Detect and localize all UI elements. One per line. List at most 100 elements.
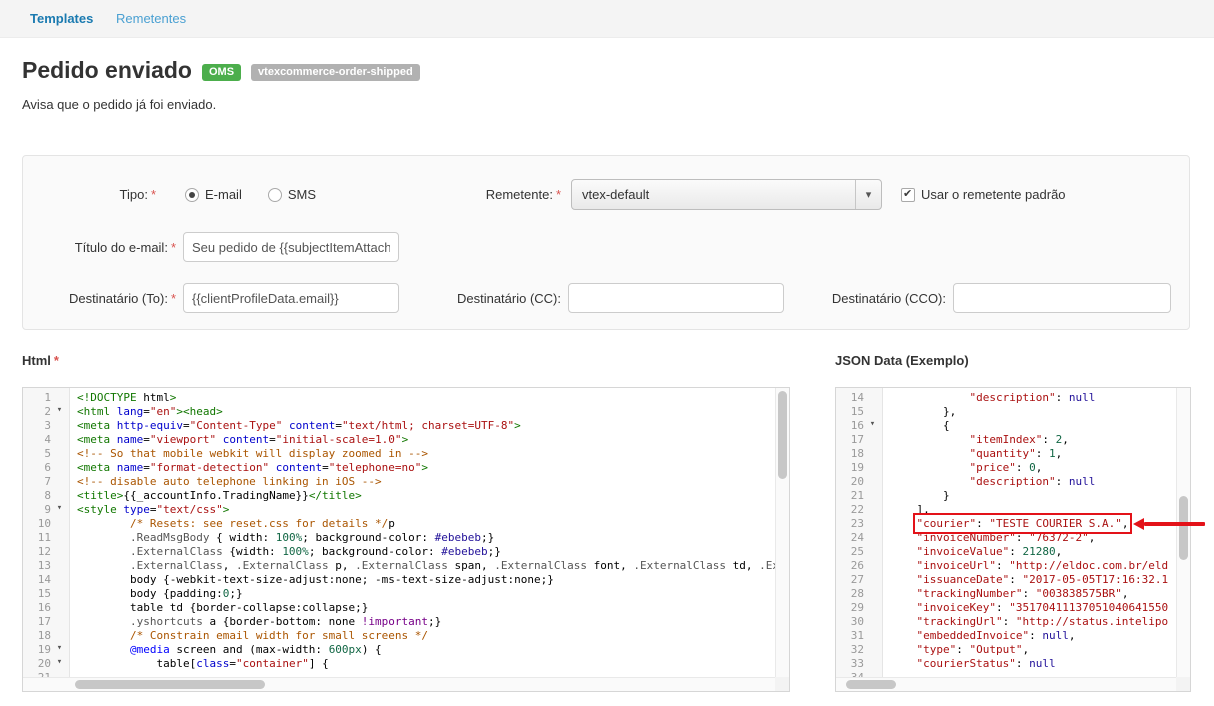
tab-bar: Templates Remetentes: [0, 0, 1214, 38]
scrollbar-corner: [1176, 677, 1190, 691]
fold-icon[interactable]: [864, 643, 881, 657]
code-line: table td {border-collapse:collapse;}: [77, 601, 775, 615]
destinatario-cc-label: Destinatário (CC):: [353, 283, 561, 314]
fold-icon[interactable]: [864, 461, 881, 475]
fold-icon[interactable]: [51, 447, 68, 461]
line-number: 11: [23, 531, 69, 545]
radio-sms[interactable]: [268, 188, 282, 202]
fold-icon[interactable]: [864, 391, 881, 405]
fold-icon[interactable]: [51, 559, 68, 573]
tab-templates[interactable]: Templates: [30, 11, 93, 26]
code-line: "courierStatus": null: [890, 657, 1176, 671]
fold-icon[interactable]: [51, 391, 68, 405]
html-editor-horizontal-scrollbar[interactable]: [23, 677, 775, 691]
line-number: 28: [836, 587, 882, 601]
fold-icon[interactable]: [864, 405, 881, 419]
json-data-editor[interactable]: 141516▾171819202122232425262728293031323…: [835, 387, 1191, 692]
fold-icon[interactable]: [864, 545, 881, 559]
line-number: 20▾: [23, 657, 69, 671]
scrollbar-corner: [775, 677, 789, 691]
courier-highlight-box: "courier": "TESTE COURIER S.A.",: [917, 517, 1129, 530]
fold-icon[interactable]: [51, 615, 68, 629]
fold-icon[interactable]: ▾: [51, 503, 68, 517]
titulo-email-input[interactable]: [183, 232, 399, 262]
fold-icon[interactable]: [864, 573, 881, 587]
fold-icon[interactable]: [864, 629, 881, 643]
oms-badge: OMS: [202, 64, 241, 81]
fold-icon[interactable]: [51, 461, 68, 475]
fold-icon[interactable]: [864, 433, 881, 447]
line-number: 10: [23, 517, 69, 531]
fold-icon[interactable]: [51, 433, 68, 447]
tab-remetentes[interactable]: Remetentes: [116, 11, 186, 26]
vtex-message-center-template-page: Templates Remetentes Pedido enviado OMS …: [0, 0, 1214, 706]
json-editor-vertical-scrollbar[interactable]: [1176, 388, 1190, 677]
fold-icon[interactable]: [51, 531, 68, 545]
html-label-text: Html: [22, 353, 51, 368]
code-line: .ReadMsgBody { width: 100%; background-c…: [77, 531, 775, 545]
code-line: "invoiceKey": "35170411137051040641550: [890, 601, 1176, 615]
line-number: 33: [836, 657, 882, 671]
fold-icon[interactable]: [51, 419, 68, 433]
scrollbar-thumb[interactable]: [75, 680, 265, 689]
code-line: "description": null: [890, 391, 1176, 405]
html-editor-code[interactable]: <!DOCTYPE html><html lang="en"><head><me…: [71, 388, 775, 677]
fold-icon[interactable]: [864, 489, 881, 503]
fold-icon[interactable]: [51, 587, 68, 601]
line-number: 16▾: [836, 419, 882, 433]
json-editor-code[interactable]: "description": null }, { "itemIndex": 2,…: [884, 388, 1176, 677]
fold-icon[interactable]: [51, 601, 68, 615]
line-number: 8: [23, 489, 69, 503]
html-editor-vertical-scrollbar[interactable]: [775, 388, 789, 677]
scrollbar-thumb[interactable]: [778, 391, 787, 479]
json-editor-gutter: 141516▾171819202122232425262728293031323…: [836, 388, 883, 677]
line-number: 20: [836, 475, 882, 489]
fold-icon[interactable]: [864, 657, 881, 671]
scrollbar-thumb[interactable]: [846, 680, 896, 689]
fold-icon[interactable]: [51, 545, 68, 559]
fold-icon[interactable]: ▾: [51, 643, 68, 657]
fold-icon[interactable]: [864, 615, 881, 629]
html-code-editor[interactable]: 12▾3456789▾10111213141516171819▾20▾21 <!…: [22, 387, 790, 692]
code-line: /* Resets: see reset.css for details */p: [77, 517, 775, 531]
fold-icon[interactable]: [51, 475, 68, 489]
code-line: "price": 0,: [890, 461, 1176, 475]
fold-icon[interactable]: [51, 517, 68, 531]
line-number: 15: [23, 587, 69, 601]
code-line: "type": "Output",: [890, 643, 1176, 657]
fold-icon[interactable]: [864, 587, 881, 601]
fold-icon[interactable]: ▾: [864, 419, 881, 433]
fold-icon[interactable]: [51, 629, 68, 643]
fold-icon[interactable]: [864, 503, 881, 517]
fold-icon[interactable]: [51, 489, 68, 503]
fold-icon[interactable]: [864, 447, 881, 461]
fold-icon[interactable]: ▾: [51, 405, 68, 419]
radio-email[interactable]: [185, 188, 199, 202]
line-number: 31: [836, 629, 882, 643]
line-number: 21: [836, 489, 882, 503]
usar-remetente-checkbox[interactable]: [901, 188, 915, 202]
line-number: 25: [836, 545, 882, 559]
fold-icon[interactable]: [864, 601, 881, 615]
fold-icon[interactable]: [864, 559, 881, 573]
cco-label-text: Destinatário (CCO):: [832, 291, 946, 306]
required-asterisk: *: [171, 240, 176, 255]
fold-icon[interactable]: [51, 573, 68, 587]
required-asterisk: *: [54, 353, 59, 368]
usar-remetente-group: Usar o remetente padrão: [901, 179, 1066, 210]
line-number: 9▾: [23, 503, 69, 517]
fold-icon[interactable]: [864, 475, 881, 489]
line-number: 16: [23, 601, 69, 615]
annotation-arrow: [1133, 518, 1205, 530]
json-editor-horizontal-scrollbar[interactable]: [836, 677, 1176, 691]
line-number: 5: [23, 447, 69, 461]
fold-icon[interactable]: ▾: [51, 657, 68, 671]
destinatario-to-label: Destinatário (To):*: [23, 283, 176, 314]
line-number: 17: [836, 433, 882, 447]
fold-icon[interactable]: [864, 531, 881, 545]
remetente-label-text: Remetente:: [486, 187, 553, 202]
destinatario-cco-input[interactable]: [953, 283, 1171, 313]
remetente-select[interactable]: vtex-default: [571, 179, 882, 210]
fold-icon[interactable]: [864, 517, 881, 531]
code-line: "invoiceValue": 21280,: [890, 545, 1176, 559]
